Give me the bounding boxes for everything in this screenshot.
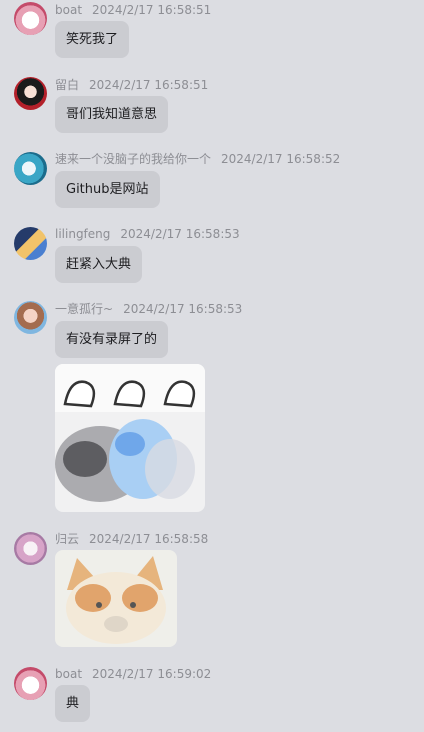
message-meta: 归云 2024/2/17 16:58:58	[55, 531, 208, 547]
timestamp: 2024/2/17 16:58:53	[123, 302, 243, 316]
timestamp: 2024/2/17 16:59:02	[92, 667, 212, 681]
user-avatar[interactable]	[14, 152, 47, 185]
message-meta: boat 2024/2/17 16:58:51	[55, 2, 211, 18]
message-bubble[interactable]: Github是网站	[55, 171, 160, 208]
sender-name[interactable]: 速来一个没脑子的我给你一个	[55, 152, 211, 166]
message-bubble[interactable]: 典	[55, 685, 91, 722]
sender-name[interactable]: 一意孤行~	[55, 302, 113, 316]
message-meta: 速来一个没脑子的我给你一个 2024/2/17 16:58:52	[55, 151, 340, 167]
message-meta: boat 2024/2/17 16:59:02	[55, 666, 211, 682]
user-avatar[interactable]	[14, 2, 47, 35]
message-bubble[interactable]: 笑死我了	[55, 21, 130, 58]
sticker-cat-meme	[55, 550, 177, 647]
sticker-image[interactable]	[55, 364, 205, 512]
user-avatar[interactable]	[14, 227, 47, 260]
sender-name[interactable]: 留白	[55, 78, 79, 92]
message-meta: 留白 2024/2/17 16:58:51	[55, 77, 208, 93]
sticker-hands-meme	[55, 364, 205, 512]
message-bubble[interactable]: 赶紧入大典	[55, 246, 143, 283]
sender-name[interactable]: lilingfeng	[55, 227, 110, 241]
timestamp: 2024/2/17 16:58:58	[89, 532, 209, 546]
timestamp: 2024/2/17 16:58:51	[89, 78, 209, 92]
message-bubble[interactable]: 哥们我知道意思	[55, 96, 169, 133]
timestamp: 2024/2/17 16:58:51	[92, 3, 212, 17]
message-bubble[interactable]: 有没有录屏了的	[55, 321, 169, 358]
user-avatar[interactable]	[14, 667, 47, 700]
timestamp: 2024/2/17 16:58:52	[221, 152, 341, 166]
sender-name[interactable]: boat	[55, 3, 82, 17]
message-meta: 一意孤行~ 2024/2/17 16:58:53	[55, 301, 242, 317]
sender-name[interactable]: 归云	[55, 532, 79, 546]
message-meta: lilingfeng 2024/2/17 16:58:53	[55, 226, 240, 242]
sticker-image[interactable]	[55, 550, 177, 647]
sender-name[interactable]: boat	[55, 667, 82, 681]
user-avatar[interactable]	[14, 301, 47, 334]
user-avatar[interactable]	[14, 77, 47, 110]
user-avatar[interactable]	[14, 532, 47, 565]
timestamp: 2024/2/17 16:58:53	[120, 227, 240, 241]
